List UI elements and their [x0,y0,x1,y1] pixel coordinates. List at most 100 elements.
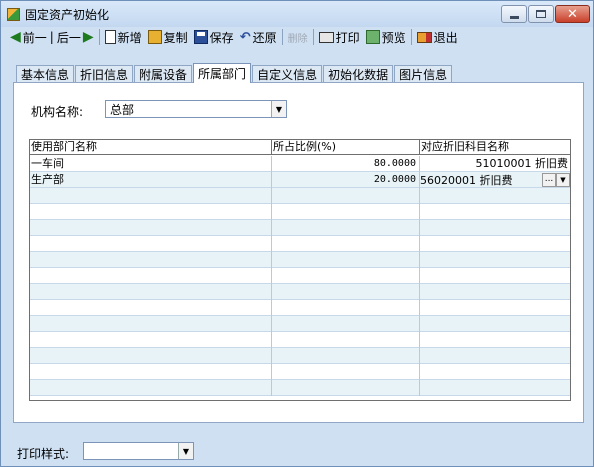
empty-cell[interactable] [420,188,570,204]
toolbar-separator [312,29,314,45]
ellipsis-button[interactable]: ... [542,173,556,187]
header-dept-name[interactable]: 使用部门名称 [30,140,272,155]
empty-cell[interactable] [272,284,420,300]
empty-cell[interactable] [420,332,570,348]
empty-cell[interactable] [420,348,570,364]
empty-cell[interactable] [420,284,570,300]
prev-button[interactable]: ◀ 前一 [7,28,50,46]
prev-label: 前一 [22,30,47,45]
tab-attached-equipment[interactable]: 附属设备 [134,65,193,83]
empty-cell[interactable] [30,204,272,220]
empty-row[interactable] [30,364,570,380]
save-button[interactable]: 保存 [191,28,237,46]
tab-department[interactable]: 所属部门 [193,63,252,83]
table-row[interactable]: 一车间 80.0000 51010001 折旧费 [30,156,570,172]
empty-row[interactable] [30,316,570,332]
ratio-cell[interactable]: 80.0000 [272,156,420,172]
empty-cell[interactable] [420,300,570,316]
minimize-icon [509,15,519,19]
next-button[interactable]: 后一 ▶ [54,28,97,46]
empty-cell[interactable] [420,220,570,236]
empty-cell[interactable] [30,364,272,380]
delete-label: 删除 [287,33,308,45]
exit-button[interactable]: 退出 [414,28,461,46]
org-name-value: 总部 [110,102,135,117]
header-account[interactable]: 对应折旧科目名称 [420,140,570,155]
empty-cell[interactable] [272,188,420,204]
empty-cell[interactable] [30,220,272,236]
print-style-select[interactable]: ▼ [83,442,194,460]
tab-basic-info[interactable]: 基本信息 [16,65,75,83]
empty-cell[interactable] [30,332,272,348]
empty-cell[interactable] [272,380,420,396]
empty-cell[interactable] [30,284,272,300]
empty-cell[interactable] [420,364,570,380]
empty-cell[interactable] [420,204,570,220]
new-button[interactable]: 新增 [102,28,145,46]
empty-cell[interactable] [272,204,420,220]
dept-cell[interactable]: 一车间 [30,156,272,172]
dept-cell[interactable]: 生产部 [30,172,272,188]
header-ratio[interactable]: 所占比例(%) [272,140,420,155]
empty-row[interactable] [30,268,570,284]
empty-cell[interactable] [272,316,420,332]
copy-button[interactable]: 复制 [145,28,191,46]
restore-button[interactable]: ↶ 还原 [237,28,280,46]
empty-cell[interactable] [272,300,420,316]
empty-cell[interactable] [30,236,272,252]
empty-cell[interactable] [30,252,272,268]
empty-row[interactable] [30,188,570,204]
table-row[interactable]: 生产部 20.0000 56020001 折旧费 ... ▼ [30,172,570,188]
empty-cell[interactable] [30,348,272,364]
empty-cell[interactable] [420,268,570,284]
empty-cell[interactable] [272,252,420,268]
account-cell[interactable]: 51010001 折旧费 [420,156,570,172]
empty-cell[interactable] [30,188,272,204]
delete-button[interactable]: 删除 [285,28,311,46]
tab-depreciation-info[interactable]: 折旧信息 [75,65,134,83]
org-name-select[interactable]: 总部 ▼ [105,100,287,118]
print-button[interactable]: 打印 [316,28,363,46]
empty-cell[interactable] [30,316,272,332]
ratio-cell[interactable]: 20.0000 [272,172,420,188]
empty-cell[interactable] [272,268,420,284]
maximize-button[interactable] [528,5,554,23]
empty-row[interactable] [30,380,570,396]
chevron-down-icon[interactable]: ▼ [178,443,193,459]
main-window: 固定资产初始化 ✕ ◀ 前一 | 后一 ▶ 新增 复制 保存 ↶ 还原 删除 打… [0,0,594,467]
empty-row[interactable] [30,236,570,252]
department-grid[interactable]: 使用部门名称 所占比例(%) 对应折旧科目名称 一车间 80.0000 5101… [29,139,571,401]
preview-button[interactable]: 预览 [363,28,409,46]
tab-custom-info[interactable]: 自定义信息 [252,65,323,83]
empty-row[interactable] [30,284,570,300]
save-icon [193,30,208,44]
empty-cell[interactable] [420,316,570,332]
account-cell-editor[interactable]: 56020001 折旧费 ... ▼ [420,172,570,188]
tab-strip: 基本信息 折旧信息 附属设备 所属部门 自定义信息 初始化数据 图片信息 [16,63,453,83]
empty-cell[interactable] [272,364,420,380]
close-button[interactable]: ✕ [555,5,590,23]
minimize-button[interactable] [501,5,527,23]
empty-cell[interactable] [272,332,420,348]
account-editor-text[interactable]: 56020001 折旧费 [420,173,542,188]
empty-cell[interactable] [272,220,420,236]
empty-cell[interactable] [420,252,570,268]
empty-row[interactable] [30,348,570,364]
empty-cell[interactable] [272,236,420,252]
empty-cell[interactable] [272,348,420,364]
empty-cell[interactable] [420,236,570,252]
empty-row[interactable] [30,300,570,316]
chevron-down-icon[interactable]: ▼ [556,173,570,187]
empty-cell[interactable] [30,268,272,284]
empty-row[interactable] [30,204,570,220]
tab-initial-data[interactable]: 初始化数据 [323,65,394,83]
chevron-down-icon[interactable]: ▼ [271,101,286,117]
empty-row[interactable] [30,220,570,236]
tab-picture-info[interactable]: 图片信息 [394,65,453,83]
empty-row[interactable] [30,252,570,268]
title-bar[interactable]: 固定资产初始化 ✕ [1,1,593,27]
empty-cell[interactable] [30,300,272,316]
empty-cell[interactable] [30,380,272,396]
empty-cell[interactable] [420,380,570,396]
empty-row[interactable] [30,332,570,348]
